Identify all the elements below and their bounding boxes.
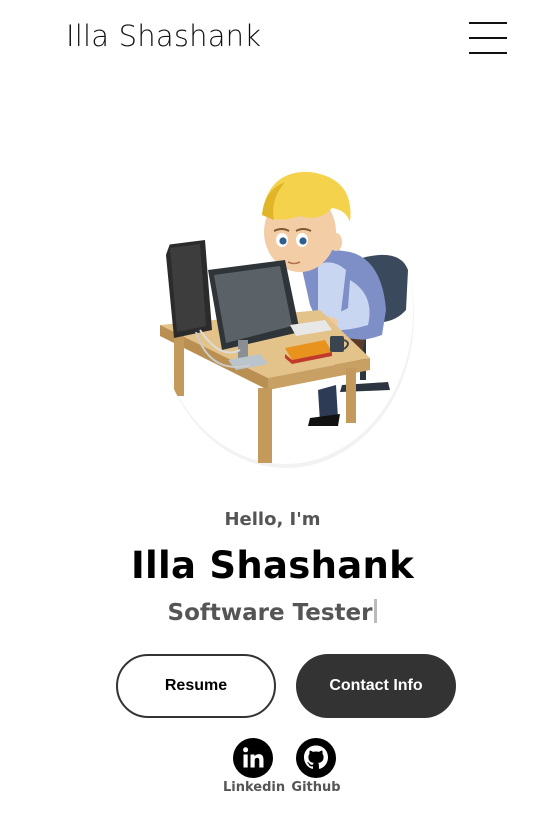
- linkedin-icon: [233, 738, 273, 778]
- menu-bar-top: [469, 22, 507, 24]
- menu-bar-bottom: [469, 52, 507, 54]
- contact-info-button[interactable]: Contact Info: [296, 654, 456, 718]
- site-brand-title[interactable]: Illa Shashank: [66, 19, 261, 53]
- profile-avatar-image: [150, 160, 420, 470]
- role-text: Software Tester: [167, 600, 373, 626]
- github-link[interactable]: Github: [286, 738, 346, 795]
- github-label: Github: [291, 780, 341, 795]
- github-icon: [296, 738, 336, 778]
- linkedin-link[interactable]: Linkedin: [223, 738, 286, 795]
- menu-bar-middle: [469, 37, 507, 39]
- hamburger-menu-icon[interactable]: [469, 22, 507, 54]
- greeting-text: Hello, I'm: [224, 509, 321, 530]
- typing-cursor: [374, 599, 378, 623]
- profile-name-heading: Illa Shashank: [130, 544, 415, 587]
- profile-role-typed-text: Software Tester: [0, 599, 545, 626]
- resume-button[interactable]: Resume: [116, 654, 276, 718]
- linkedin-label: Linkedin: [223, 780, 286, 795]
